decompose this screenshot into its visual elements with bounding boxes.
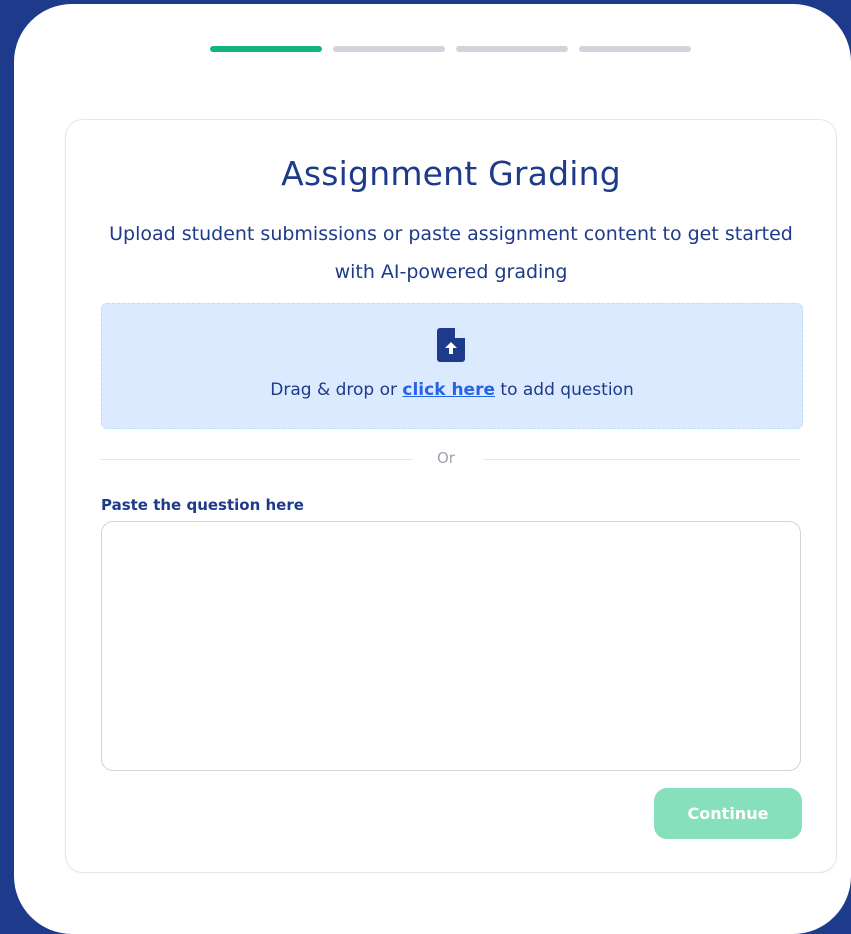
dropzone-instructions: Drag & drop or click here to add questio…	[102, 380, 802, 400]
dropzone-text-before: Drag & drop or	[270, 380, 403, 400]
divider-line-right	[483, 459, 801, 460]
paste-question-label: Paste the question here	[101, 496, 304, 514]
divider-line-left	[101, 459, 413, 460]
step-4-indicator	[579, 46, 691, 52]
progress-stepper	[210, 46, 691, 52]
step-1-indicator	[210, 46, 322, 52]
grading-card: Assignment Grading Upload student submis…	[65, 119, 837, 873]
dropzone-text-after: to add question	[495, 380, 634, 400]
file-upload-icon	[437, 328, 465, 362]
page-title: Assignment Grading	[281, 154, 621, 193]
click-here-link[interactable]: click here	[402, 380, 495, 400]
question-textarea[interactable]	[101, 521, 801, 771]
continue-button[interactable]: Continue	[654, 788, 802, 839]
step-2-indicator	[333, 46, 445, 52]
or-label: Or	[437, 449, 455, 467]
main-panel: Assignment Grading Upload student submis…	[14, 4, 851, 934]
file-dropzone[interactable]: Drag & drop or click here to add questio…	[101, 303, 803, 429]
or-divider: Or	[101, 449, 801, 467]
page-subtitle: Upload student submissions or paste assi…	[109, 223, 793, 283]
step-3-indicator	[456, 46, 568, 52]
